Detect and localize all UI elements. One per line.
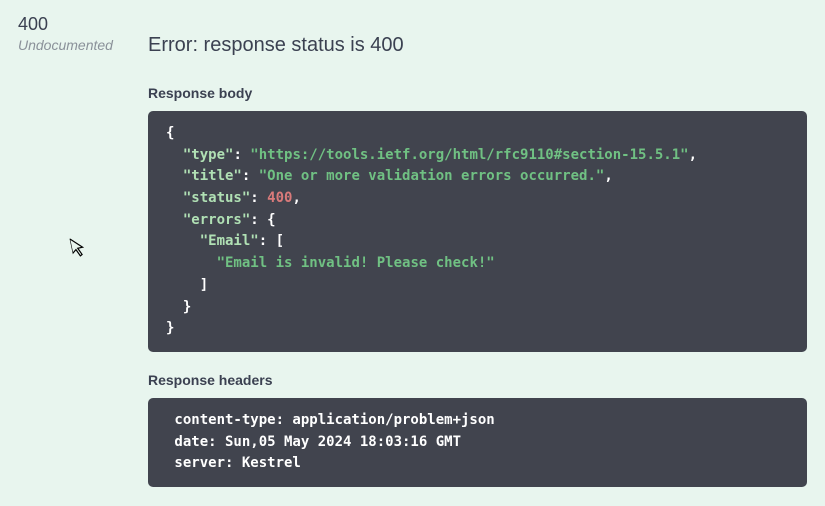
- response-container: 400 Undocumented Error: response status …: [0, 0, 825, 499]
- header-line: server: Kestrel: [166, 455, 309, 471]
- colon: :: [233, 147, 250, 163]
- error-title: Error: response status is 400: [148, 34, 807, 57]
- status-column: 400 Undocumented: [18, 12, 148, 487]
- comma: ,: [292, 190, 300, 206]
- json-string: "https://tools.ietf.org/html/rfc9110#sec…: [250, 147, 688, 163]
- comma: ,: [604, 168, 612, 184]
- json-key: "Email": [200, 233, 259, 249]
- status-label: Undocumented: [18, 37, 148, 53]
- json-string: "Email is invalid! Please check!": [217, 255, 495, 271]
- details-column: Error: response status is 400 Response b…: [148, 12, 807, 487]
- response-body-block[interactable]: { "type": "https://tools.ietf.org/html/r…: [148, 111, 807, 352]
- colon: :: [250, 190, 267, 206]
- colon: :: [250, 212, 267, 228]
- response-headers-title: Response headers: [148, 372, 807, 388]
- json-key: "status": [183, 190, 250, 206]
- response-body-title: Response body: [148, 85, 807, 101]
- brace: }: [183, 299, 191, 315]
- header-line: date: Sun,05 May 2024 18:03:16 GMT: [166, 434, 469, 450]
- brace: }: [166, 320, 174, 336]
- json-key: "type": [183, 147, 234, 163]
- json-key: "title": [183, 168, 242, 184]
- response-headers-block[interactable]: content-type: application/problem+json d…: [148, 398, 807, 487]
- colon: :: [242, 168, 259, 184]
- bracket: ]: [200, 277, 208, 293]
- colon: :: [259, 233, 276, 249]
- header-line: content-type: application/problem+json: [166, 412, 503, 428]
- bracket: [: [276, 233, 284, 249]
- json-key: "errors": [183, 212, 250, 228]
- brace: {: [267, 212, 275, 228]
- json-number: 400: [267, 190, 292, 206]
- json-string: "One or more validation errors occurred.…: [259, 168, 605, 184]
- comma: ,: [689, 147, 697, 163]
- status-code: 400: [18, 14, 148, 35]
- brace: {: [166, 125, 174, 141]
